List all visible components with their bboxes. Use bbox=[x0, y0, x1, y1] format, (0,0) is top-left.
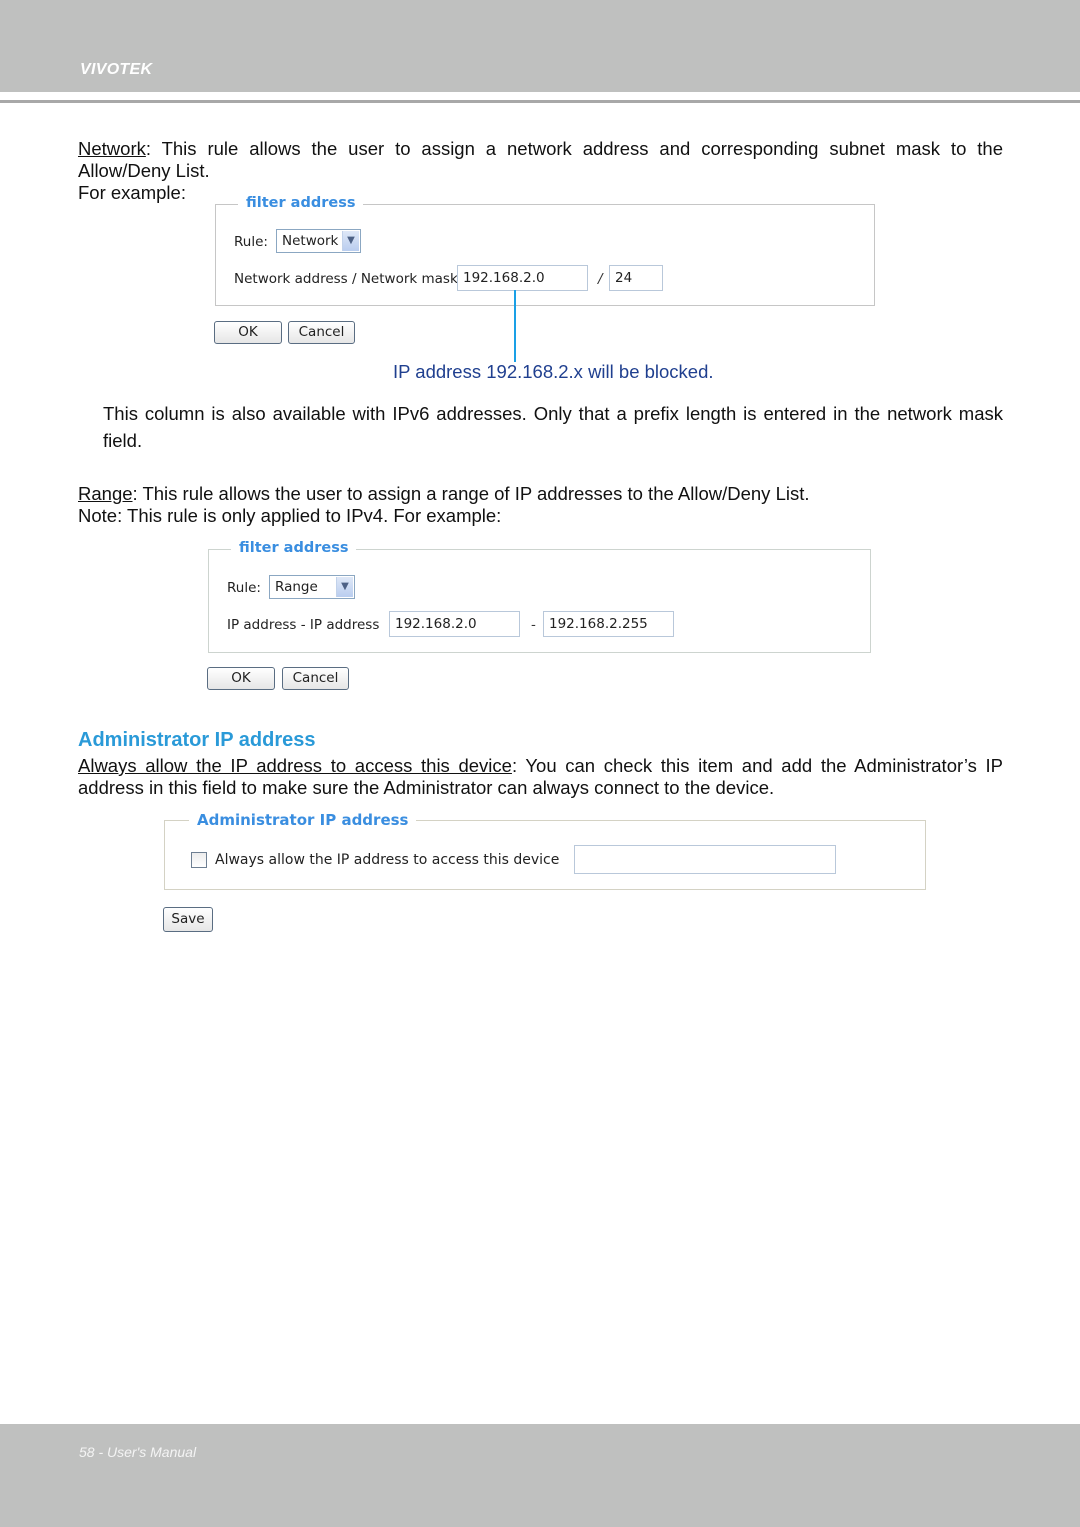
range-field-label: IP address - IP address bbox=[227, 617, 380, 633]
network-callout-caption: IP address 192.168.2.x will be blocked. bbox=[393, 361, 714, 382]
callout-connector-line bbox=[514, 290, 516, 362]
chevron-down-icon: ▼ bbox=[336, 577, 353, 597]
range-rule-value: Range bbox=[275, 579, 318, 595]
network-mask-input[interactable]: 24 bbox=[609, 265, 663, 291]
range-cancel-button[interactable]: Cancel bbox=[282, 667, 349, 690]
admin-section-title: Administrator IP address bbox=[78, 729, 316, 751]
page-footer bbox=[0, 1424, 1080, 1527]
header-divider bbox=[0, 100, 1080, 103]
admin-checkbox-label: Always allow the IP address to access th… bbox=[215, 852, 560, 868]
range-rule-label: Rule: bbox=[227, 580, 261, 596]
page-number: 58 - User's Manual bbox=[79, 1444, 197, 1460]
range-separator: - bbox=[531, 617, 536, 633]
network-rule-select[interactable]: Network ▼ bbox=[276, 229, 361, 253]
network-rule-label: Rule: bbox=[234, 234, 268, 250]
network-address-input[interactable]: 192.168.2.0 bbox=[457, 265, 588, 291]
range-term: Range bbox=[78, 483, 133, 504]
network-panel-legend: filter address bbox=[238, 195, 364, 211]
network-field-label: Network address / Network mask bbox=[234, 271, 458, 287]
admin-panel-legend: Administrator IP address bbox=[189, 811, 417, 829]
range-filter-panel: filter address bbox=[208, 540, 871, 653]
network-rule-value: Network bbox=[282, 233, 339, 249]
network-mask-separator: / bbox=[598, 271, 603, 287]
admin-save-button[interactable]: Save bbox=[163, 907, 213, 932]
admin-description: Always allow the IP address to access th… bbox=[78, 755, 1003, 799]
admin-ip-input[interactable] bbox=[574, 845, 836, 874]
brand-logo: VIVOTEK bbox=[80, 61, 153, 78]
range-rule-select[interactable]: Range ▼ bbox=[269, 575, 355, 599]
network-ok-button[interactable]: OK bbox=[214, 321, 282, 344]
network-term: Network bbox=[78, 138, 146, 159]
ipv6-note: This column is also available with IPv6 … bbox=[103, 403, 1003, 451]
range-panel-legend: filter address bbox=[231, 540, 357, 556]
admin-always-allow-checkbox[interactable] bbox=[191, 852, 207, 868]
chevron-down-icon: ▼ bbox=[342, 231, 359, 251]
range-note: Note: This rule is only applied to IPv4.… bbox=[78, 505, 502, 526]
range-end-input[interactable]: 192.168.2.255 bbox=[543, 611, 674, 637]
network-description: Network: This rule allows the user to as… bbox=[78, 138, 1003, 182]
range-ok-button[interactable]: OK bbox=[207, 667, 275, 690]
network-text: : This rule allows the user to assign a … bbox=[78, 138, 1003, 181]
range-description: Range: This rule allows the user to assi… bbox=[78, 483, 1003, 505]
page-header bbox=[0, 0, 1080, 92]
network-for-example: For example: bbox=[78, 182, 186, 203]
range-start-input[interactable]: 192.168.2.0 bbox=[389, 611, 520, 637]
range-text: : This rule allows the user to assign a … bbox=[132, 483, 810, 504]
admin-term: Always allow the IP address to access th… bbox=[78, 755, 512, 776]
network-cancel-button[interactable]: Cancel bbox=[288, 321, 355, 344]
